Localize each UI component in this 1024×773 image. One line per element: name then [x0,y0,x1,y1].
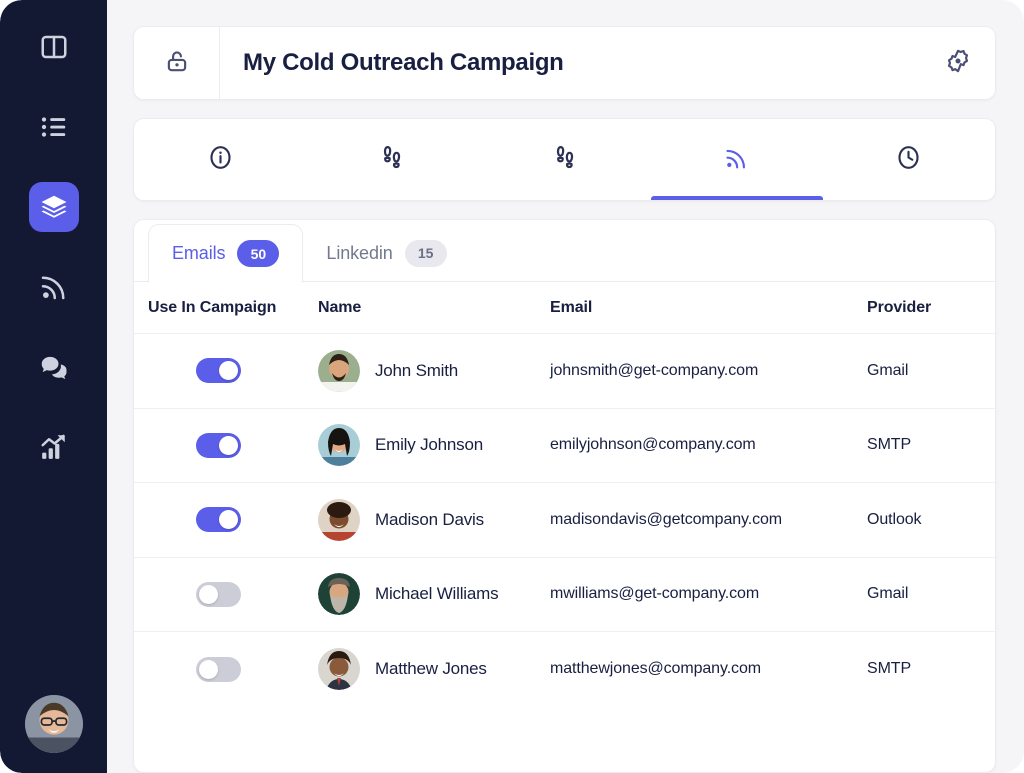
sidebar-item-messages[interactable] [29,342,79,392]
main-content: My Cold Outreach Campaign [107,0,1024,773]
table-row: John Smith johnsmith@get-company.com Gma… [134,334,995,409]
clock-icon [895,144,922,176]
list-icon [39,112,69,142]
sidebar-item-analytics[interactable] [29,422,79,472]
avatar [318,648,360,690]
column-header-name: Name [318,299,550,317]
row-name-cell: Emily Johnson [318,424,550,466]
tab-schedule[interactable] [823,119,995,200]
tab-linkedin[interactable]: Linkedin 15 [303,224,469,282]
avatar [318,350,360,392]
contact-provider: Outlook [867,511,981,529]
footsteps-icon [378,143,406,176]
row-toggle-cell [148,507,318,532]
row-name-cell: Madison Davis [318,499,550,541]
step-icon-tabs [133,118,996,201]
analytics-chart-icon [39,432,69,462]
use-in-campaign-toggle[interactable] [196,657,241,682]
rss-icon [723,144,750,176]
contact-name: Emily Johnson [375,435,483,455]
settings-button[interactable] [921,27,995,99]
contact-email: matthewjones@company.com [550,660,867,678]
contact-name: John Smith [375,361,458,381]
column-header-use-in-campaign: Use In Campaign [148,299,318,317]
tab-steps-2[interactable] [478,119,650,200]
accounts-panel: Emails 50 Linkedin 15 Use In Campaign Na… [133,219,996,773]
contact-name: Michael Williams [375,584,498,604]
avatar [318,573,360,615]
table-row: Matthew Jones matthewjones@company.com S… [134,632,995,707]
use-in-campaign-toggle[interactable] [196,433,241,458]
tab-steps-1[interactable] [306,119,478,200]
use-in-campaign-toggle[interactable] [196,582,241,607]
panel-tabs: Emails 50 Linkedin 15 [134,220,995,282]
contact-email: madisondavis@getcompany.com [550,511,867,529]
layers-icon [39,192,69,222]
row-name-cell: Matthew Jones [318,648,550,690]
tab-linkedin-label: Linkedin [326,243,392,264]
sidebar-item-dashboard[interactable] [29,22,79,72]
column-header-email: Email [550,299,867,317]
contact-provider: Gmail [867,362,981,380]
contact-name: Matthew Jones [375,659,487,679]
row-toggle-cell [148,433,318,458]
app-window: My Cold Outreach Campaign [0,0,1024,773]
use-in-campaign-toggle[interactable] [196,358,241,383]
sidebar-item-list[interactable] [29,102,79,152]
row-toggle-cell [148,582,318,607]
contact-provider: SMTP [867,436,981,454]
tab-emails-label: Emails [172,243,225,264]
row-toggle-cell [148,358,318,383]
contact-provider: Gmail [867,585,981,603]
avatar [318,424,360,466]
avatar[interactable] [25,695,83,753]
contact-provider: SMTP [867,660,981,678]
tab-emails-count: 50 [237,240,279,267]
row-toggle-cell [148,657,318,682]
tab-linkedin-count: 15 [405,240,447,267]
footsteps-icon [551,143,579,176]
tab-info[interactable] [134,119,306,200]
unlock-icon [164,48,190,79]
contact-name: Madison Davis [375,510,484,530]
contact-email: emilyjohnson@company.com [550,436,867,454]
use-in-campaign-toggle[interactable] [196,507,241,532]
contact-email: mwilliams@get-company.com [550,585,867,603]
tab-feed[interactable] [651,119,823,200]
column-header-provider: Provider [867,299,981,317]
dashboard-layout-icon [39,32,69,62]
chat-bubbles-icon [39,352,69,382]
campaign-header: My Cold Outreach Campaign [133,26,996,100]
sidebar-item-feed[interactable] [29,262,79,312]
lock-toggle-button[interactable] [134,27,220,99]
table-row: Madison Davis madisondavis@getcompany.co… [134,483,995,558]
page-title: My Cold Outreach Campaign [220,27,921,99]
gear-icon [945,48,971,79]
row-name-cell: Michael Williams [318,573,550,615]
info-icon [207,144,234,176]
rss-icon [39,272,69,302]
contact-email: johnsmith@get-company.com [550,362,867,380]
tab-emails[interactable]: Emails 50 [148,224,303,283]
table-row: Michael Williams mwilliams@get-company.c… [134,558,995,633]
table-row: Emily Johnson emilyjohnson@company.com S… [134,409,995,484]
table-header: Use In Campaign Name Email Provider [134,282,995,334]
row-name-cell: John Smith [318,350,550,392]
sidebar [0,0,107,773]
avatar [318,499,360,541]
sidebar-item-layers[interactable] [29,182,79,232]
